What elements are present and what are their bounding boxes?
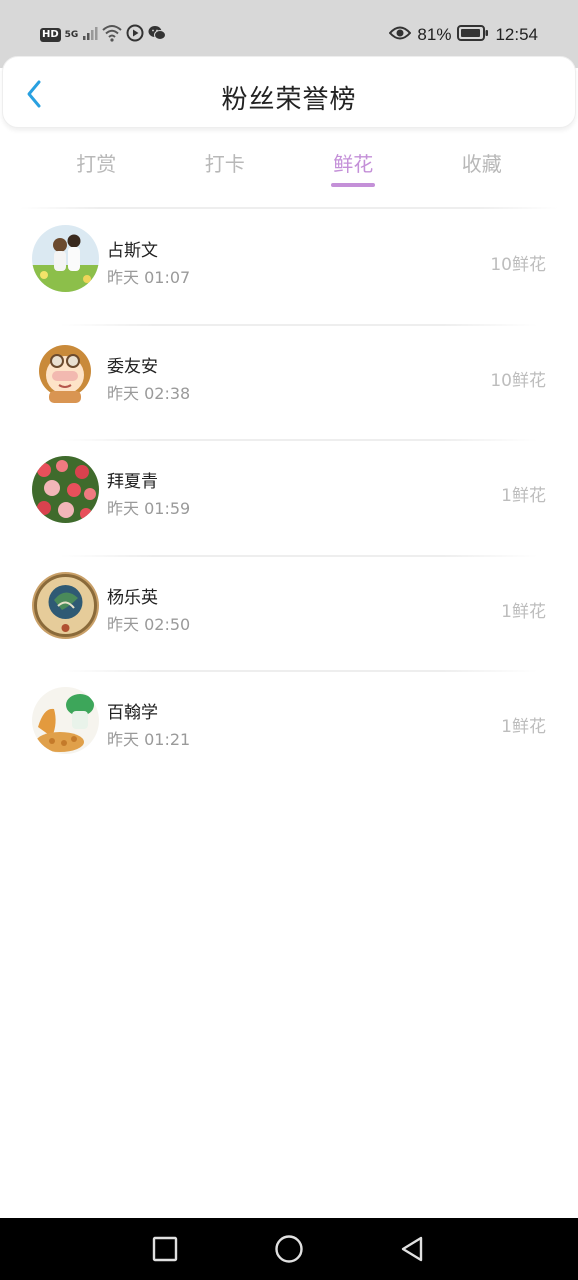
tab-bar: 打赏 打卡 鲜花 收藏 (32, 144, 546, 194)
cartoon-girl-avatar (32, 340, 99, 408)
list-item[interactable]: 占斯文 昨天 01:07 10鲜花 (0, 210, 578, 326)
hd-badge: HD (40, 28, 61, 42)
tab-checkin[interactable]: 打卡 (161, 144, 290, 194)
home-icon (275, 1235, 303, 1263)
status-left: HD 5G (40, 24, 167, 46)
fan-time: 昨天 02:50 (107, 614, 191, 634)
avatar[interactable] (32, 225, 99, 292)
battery-icon (457, 24, 489, 47)
clock: 12:54 (495, 25, 538, 44)
list-item[interactable]: 杨乐英 昨天 02:50 1鲜花 (0, 557, 578, 672)
emblem-avatar (32, 571, 99, 639)
back-triangle-icon (401, 1236, 423, 1262)
signal-icon (82, 25, 98, 45)
tab-tip[interactable]: 打赏 (32, 144, 161, 194)
fan-name: 百翰学 (107, 703, 158, 723)
fan-name: 杨乐英 (107, 587, 158, 608)
tab-label: 收藏 (461, 152, 502, 176)
tab-label: 鲜花 (333, 152, 374, 176)
couple-illustration-avatar (32, 225, 99, 292)
fan-name: 拜夏青 (107, 472, 158, 492)
recent-apps-icon (152, 1236, 178, 1262)
network-type: 5G (64, 29, 79, 40)
flower-count: 1鲜花 (501, 717, 546, 737)
tab-favorites[interactable]: 收藏 (418, 144, 547, 194)
system-nav-bar (0, 1218, 578, 1280)
fan-time: 昨天 02:38 (107, 383, 191, 403)
tab-label: 打卡 (204, 152, 245, 176)
eye-icon (389, 25, 412, 46)
tab-label: 打赏 (76, 152, 117, 176)
flower-count: 10鲜花 (490, 370, 546, 391)
list-item[interactable]: 百翰学 昨天 01:21 1鲜花 (0, 672, 578, 788)
fan-time: 昨天 01:07 (107, 268, 191, 287)
fan-time: 昨天 01:21 (107, 730, 191, 749)
page-title: 粉丝荣誉榜 (221, 85, 357, 115)
divider (20, 207, 558, 209)
play-icon (126, 24, 144, 46)
flower-count: 1鲜花 (501, 486, 546, 506)
recent-apps-button[interactable] (148, 1232, 182, 1266)
avatar[interactable] (32, 340, 99, 408)
home-button[interactable] (272, 1232, 306, 1266)
fan-list: 占斯文 昨天 01:07 10鲜花 委友安 昨天 02:38 10鲜花 拜夏青 … (0, 210, 578, 788)
wifi-icon (102, 24, 122, 46)
avatar[interactable] (32, 456, 99, 523)
nav-back-button[interactable] (395, 1232, 429, 1266)
tab-flowers[interactable]: 鲜花 (289, 144, 418, 194)
header-bar: 粉丝荣誉榜 (2, 56, 576, 128)
avatar[interactable] (32, 687, 99, 754)
food-avatar (32, 687, 99, 754)
flowers-avatar (32, 456, 99, 523)
fan-name: 占斯文 (107, 241, 158, 261)
avatar[interactable] (32, 571, 99, 639)
fan-time: 昨天 01:59 (107, 499, 191, 518)
flower-count: 10鲜花 (490, 255, 546, 275)
list-item[interactable]: 拜夏青 昨天 01:59 1鲜花 (0, 441, 578, 557)
wechat-icon (148, 25, 167, 45)
active-tab-indicator (331, 183, 376, 187)
list-item[interactable]: 委友安 昨天 02:38 10鲜花 (0, 326, 578, 441)
fan-name: 委友安 (107, 356, 158, 377)
battery-percent: 81% (417, 25, 452, 44)
status-right: 81% 12:54 (389, 22, 538, 48)
flower-count: 1鲜花 (501, 601, 546, 622)
